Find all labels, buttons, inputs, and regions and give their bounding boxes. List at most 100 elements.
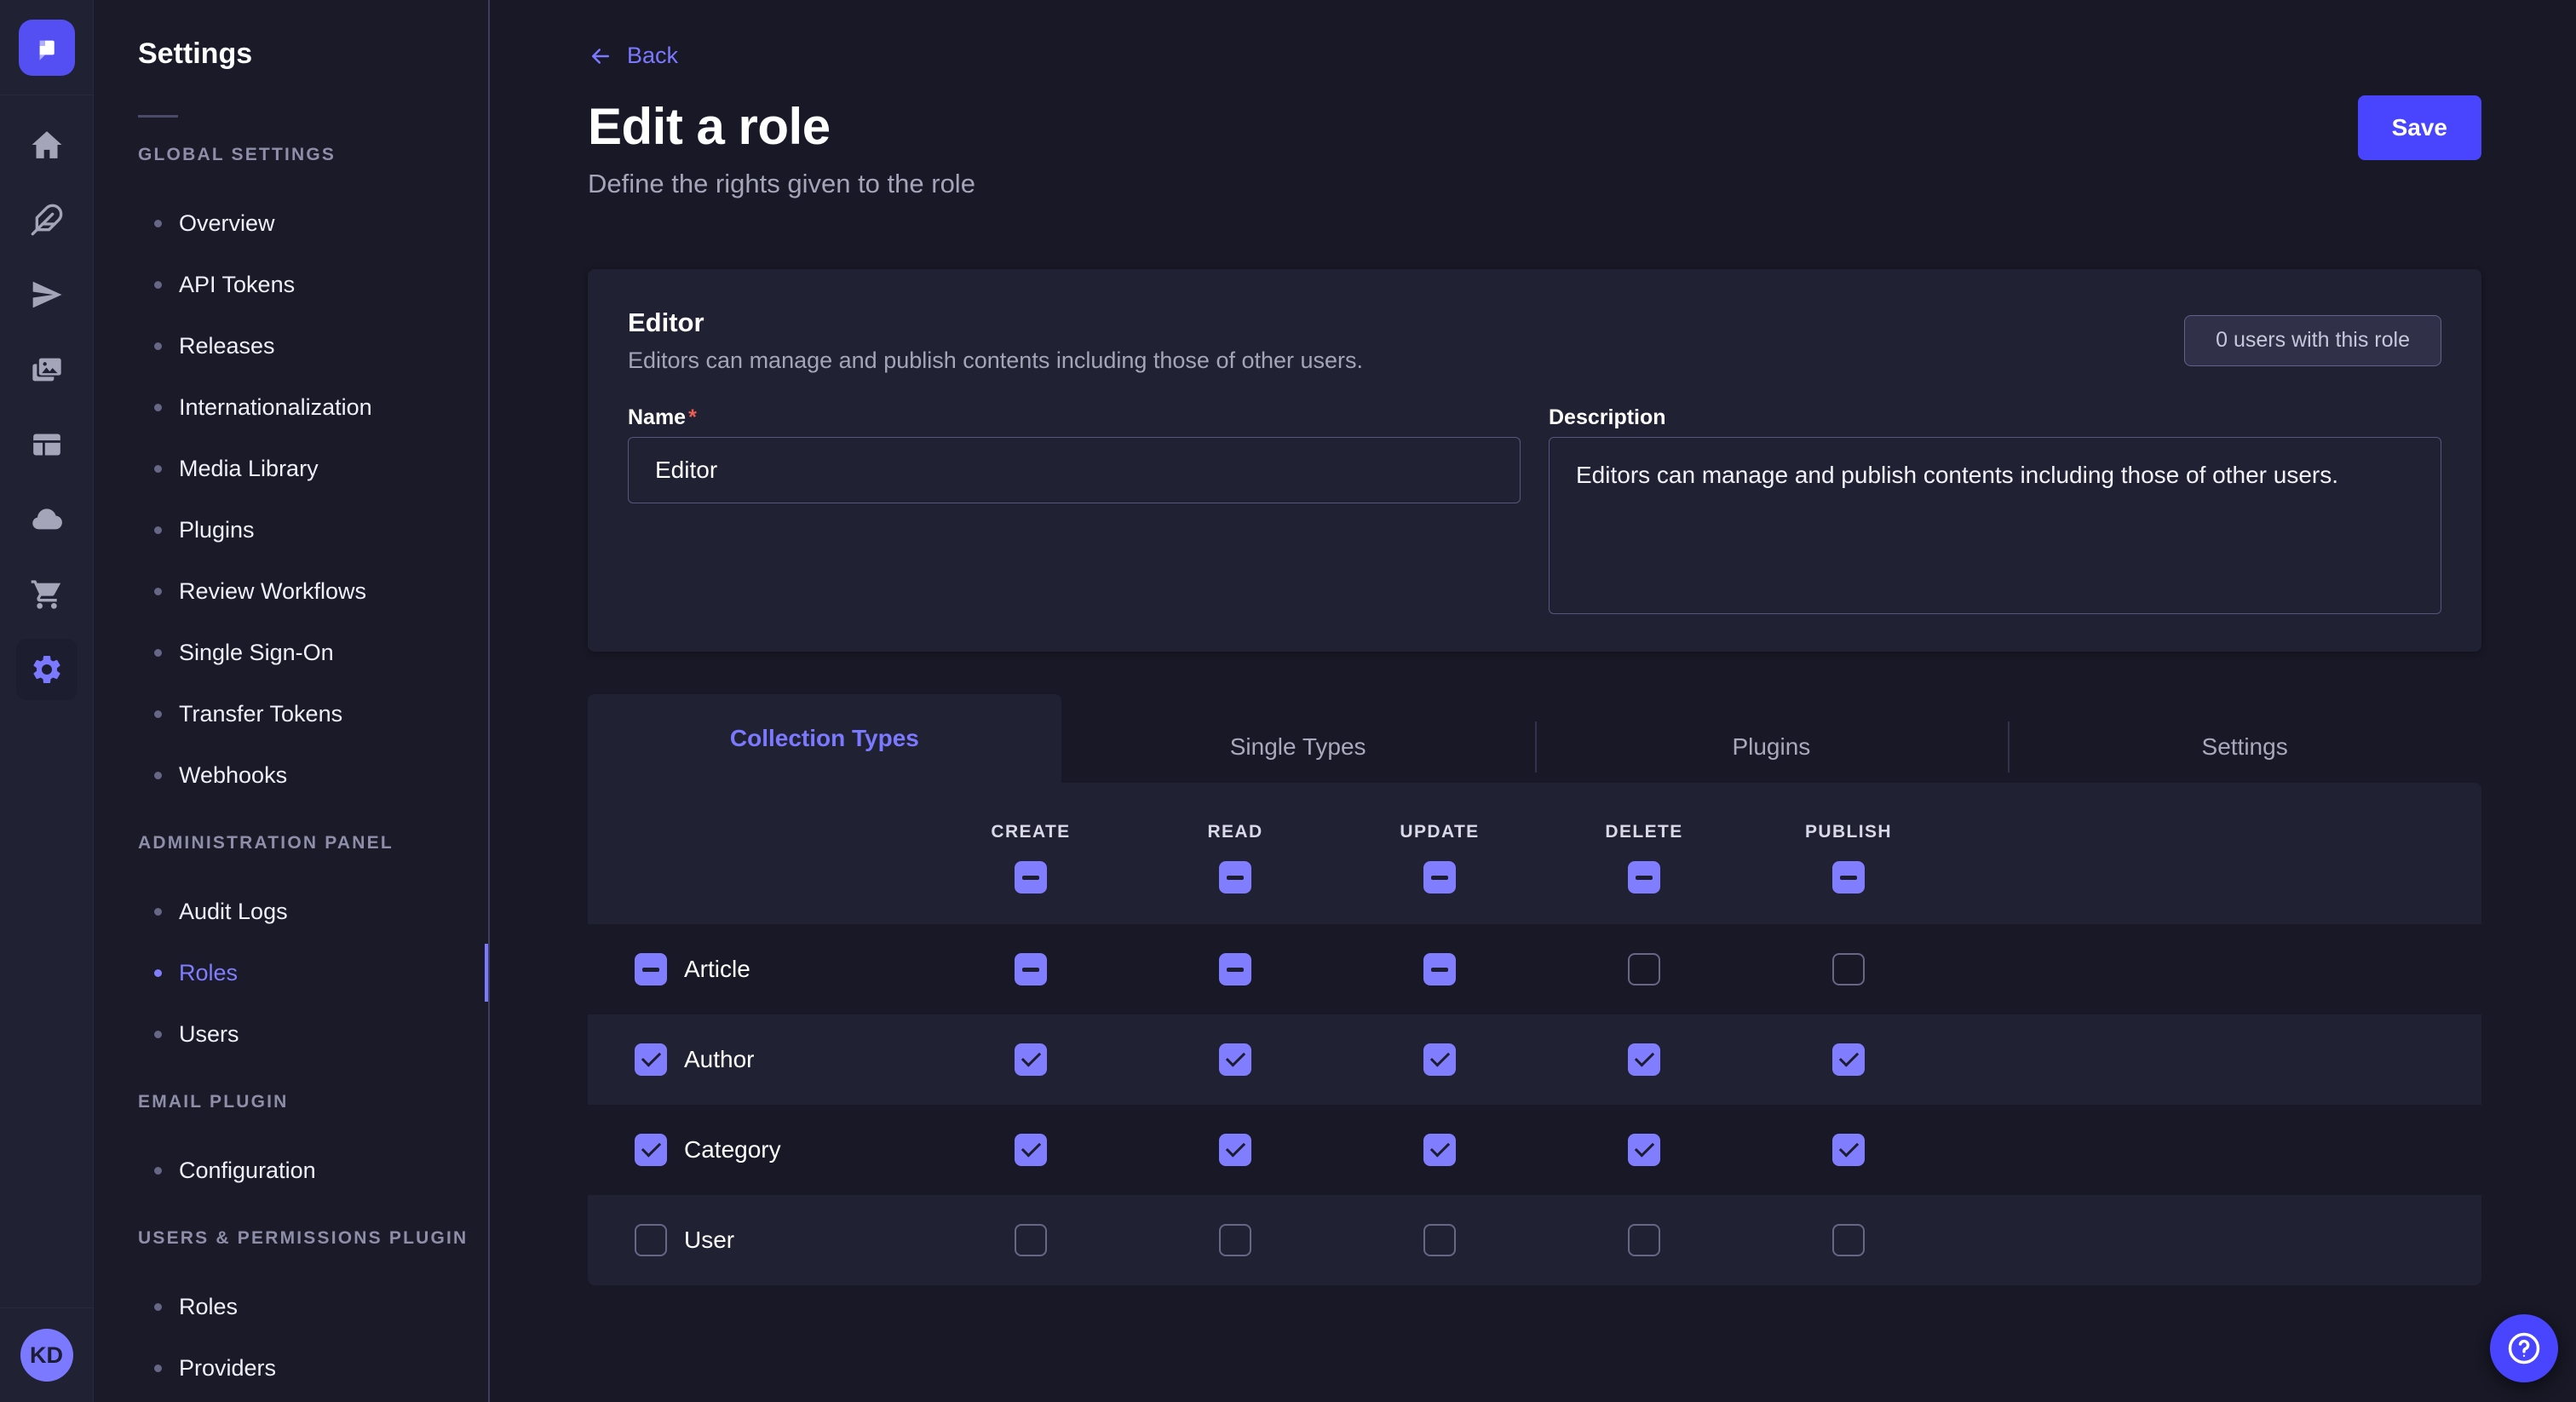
rail-item-gear[interactable] [0,632,93,707]
checkbox-article-update[interactable] [1423,953,1456,985]
header-checkbox-delete[interactable] [1628,861,1660,893]
role-fields: Name* Description Editors can manage and… [628,405,2441,614]
checkbox-user-update[interactable] [1423,1224,1456,1256]
sidebar-item-audit-logs[interactable]: Audit Logs [94,881,488,942]
bullet-icon [154,404,162,411]
rail-item-cart[interactable] [0,557,93,632]
logo-area [0,0,93,95]
tab-single-types[interactable]: Single Types [1061,711,1535,783]
rail-item-media-library[interactable] [0,332,93,407]
rail-item-cloud[interactable] [0,482,93,557]
rail-bottom: KD [0,1307,93,1402]
save-button[interactable]: Save [2358,95,2481,160]
subnav-sections: GLOBAL SETTINGSOverviewAPI TokensRelease… [94,145,488,1399]
rail-item-home[interactable] [0,107,93,182]
row-checkbox-category[interactable] [635,1134,667,1166]
sidebar-item-api-tokens[interactable]: API Tokens [94,254,488,315]
checkbox-author-read[interactable] [1219,1043,1251,1076]
subnav-title: Settings [138,37,488,71]
checkbox-category-update[interactable] [1423,1134,1456,1166]
checkbox-category-create[interactable] [1015,1134,1047,1166]
sidebar-item-transfer-tokens[interactable]: Transfer Tokens [94,683,488,744]
sidebar-item-label: Configuration [179,1158,316,1184]
row-checkbox-user[interactable] [635,1224,667,1256]
help-button[interactable] [2490,1314,2558,1382]
row-label: Category [684,1136,781,1164]
users-with-role-button[interactable]: 0 users with this role [2184,315,2441,366]
app-root: KD Settings GLOBAL SETTINGSOverviewAPI T… [0,0,2576,1402]
header-checkbox-create[interactable] [1015,861,1047,893]
row-checkbox-author[interactable] [635,1043,667,1076]
sidebar-item-overview[interactable]: Overview [94,192,488,254]
permissions-tabs: Collection TypesSingle TypesPluginsSetti… [588,694,2481,783]
sidebar-item-label: Webhooks [179,762,287,789]
description-field-group: Description Editors can manage and publi… [1549,405,2441,614]
layout-icon [16,414,78,475]
header-checkbox-publish[interactable] [1832,861,1865,893]
perm-cell [1542,1224,1746,1256]
sidebar-item-media-library[interactable]: Media Library [94,438,488,499]
avatar[interactable]: KD [20,1329,73,1382]
checkbox-user-read[interactable] [1219,1224,1251,1256]
checkbox-category-delete[interactable] [1628,1134,1660,1166]
checkbox-author-create[interactable] [1015,1043,1047,1076]
paper-plane-icon [16,264,78,325]
main-nav-rail: KD [0,0,94,1402]
rail-item-feather[interactable] [0,182,93,257]
checkbox-user-delete[interactable] [1628,1224,1660,1256]
checkbox-author-update[interactable] [1423,1043,1456,1076]
header-checkbox-read[interactable] [1219,861,1251,893]
checkbox-user-publish[interactable] [1832,1224,1865,1256]
perm-cell [1542,953,1746,985]
table-row-category: Category [588,1105,2481,1195]
sidebar-item-roles[interactable]: Roles [94,1276,488,1337]
role-card-titles: Editor Editors can manage and publish co… [628,307,1363,374]
back-label: Back [627,43,678,69]
back-link[interactable]: Back [588,43,678,69]
strapi-logo[interactable] [19,20,75,76]
header-checkbox-update[interactable] [1423,861,1456,893]
checkbox-category-read[interactable] [1219,1134,1251,1166]
checkbox-article-read[interactable] [1219,953,1251,985]
sidebar-item-label: Review Workflows [179,578,366,605]
rail-item-paper-plane[interactable] [0,257,93,332]
sidebar-item-releases[interactable]: Releases [94,315,488,376]
sidebar-item-users[interactable]: Users [94,1003,488,1065]
perm-column-delete: DELETE [1542,822,1746,893]
row-label-cell: Category [588,1134,929,1166]
row-checkbox-article[interactable] [635,953,667,985]
tab-collection-types[interactable]: Collection Types [588,694,1061,783]
name-field-group: Name* [628,405,1521,614]
sidebar-item-webhooks[interactable]: Webhooks [94,744,488,806]
checkbox-category-publish[interactable] [1832,1134,1865,1166]
sidebar-item-review-workflows[interactable]: Review Workflows [94,560,488,622]
sidebar-item-roles[interactable]: Roles [94,942,488,1003]
perm-cell [1746,953,1951,985]
checkbox-author-publish[interactable] [1832,1043,1865,1076]
tab-plugins[interactable]: Plugins [1535,711,2009,783]
description-label: Description [1549,405,2441,430]
perm-cell [1542,1134,1746,1166]
sidebar-item-configuration[interactable]: Configuration [94,1140,488,1201]
sidebar-item-label: Audit Logs [179,899,288,925]
sidebar-item-internationalization[interactable]: Internationalization [94,376,488,438]
checkbox-article-publish[interactable] [1832,953,1865,985]
sidebar-item-single-sign-on[interactable]: Single Sign-On [94,622,488,683]
tab-settings[interactable]: Settings [2008,711,2481,783]
sidebar-item-providers[interactable]: Providers [94,1337,488,1399]
bullet-icon [154,526,162,534]
sidebar-item-label: Providers [179,1355,276,1382]
perm-cell [1746,1134,1951,1166]
description-textarea[interactable]: Editors can manage and publish contents … [1549,437,2441,614]
perm-cell [929,1043,1133,1076]
checkbox-author-delete[interactable] [1628,1043,1660,1076]
rail-item-layout[interactable] [0,407,93,482]
sidebar-item-plugins[interactable]: Plugins [94,499,488,560]
name-input[interactable] [628,437,1521,503]
bullet-icon [154,342,162,350]
checkbox-article-delete[interactable] [1628,953,1660,985]
checkbox-article-create[interactable] [1015,953,1047,985]
feather-icon [16,189,78,250]
perm-cell [1337,1224,1542,1256]
checkbox-user-create[interactable] [1015,1224,1047,1256]
